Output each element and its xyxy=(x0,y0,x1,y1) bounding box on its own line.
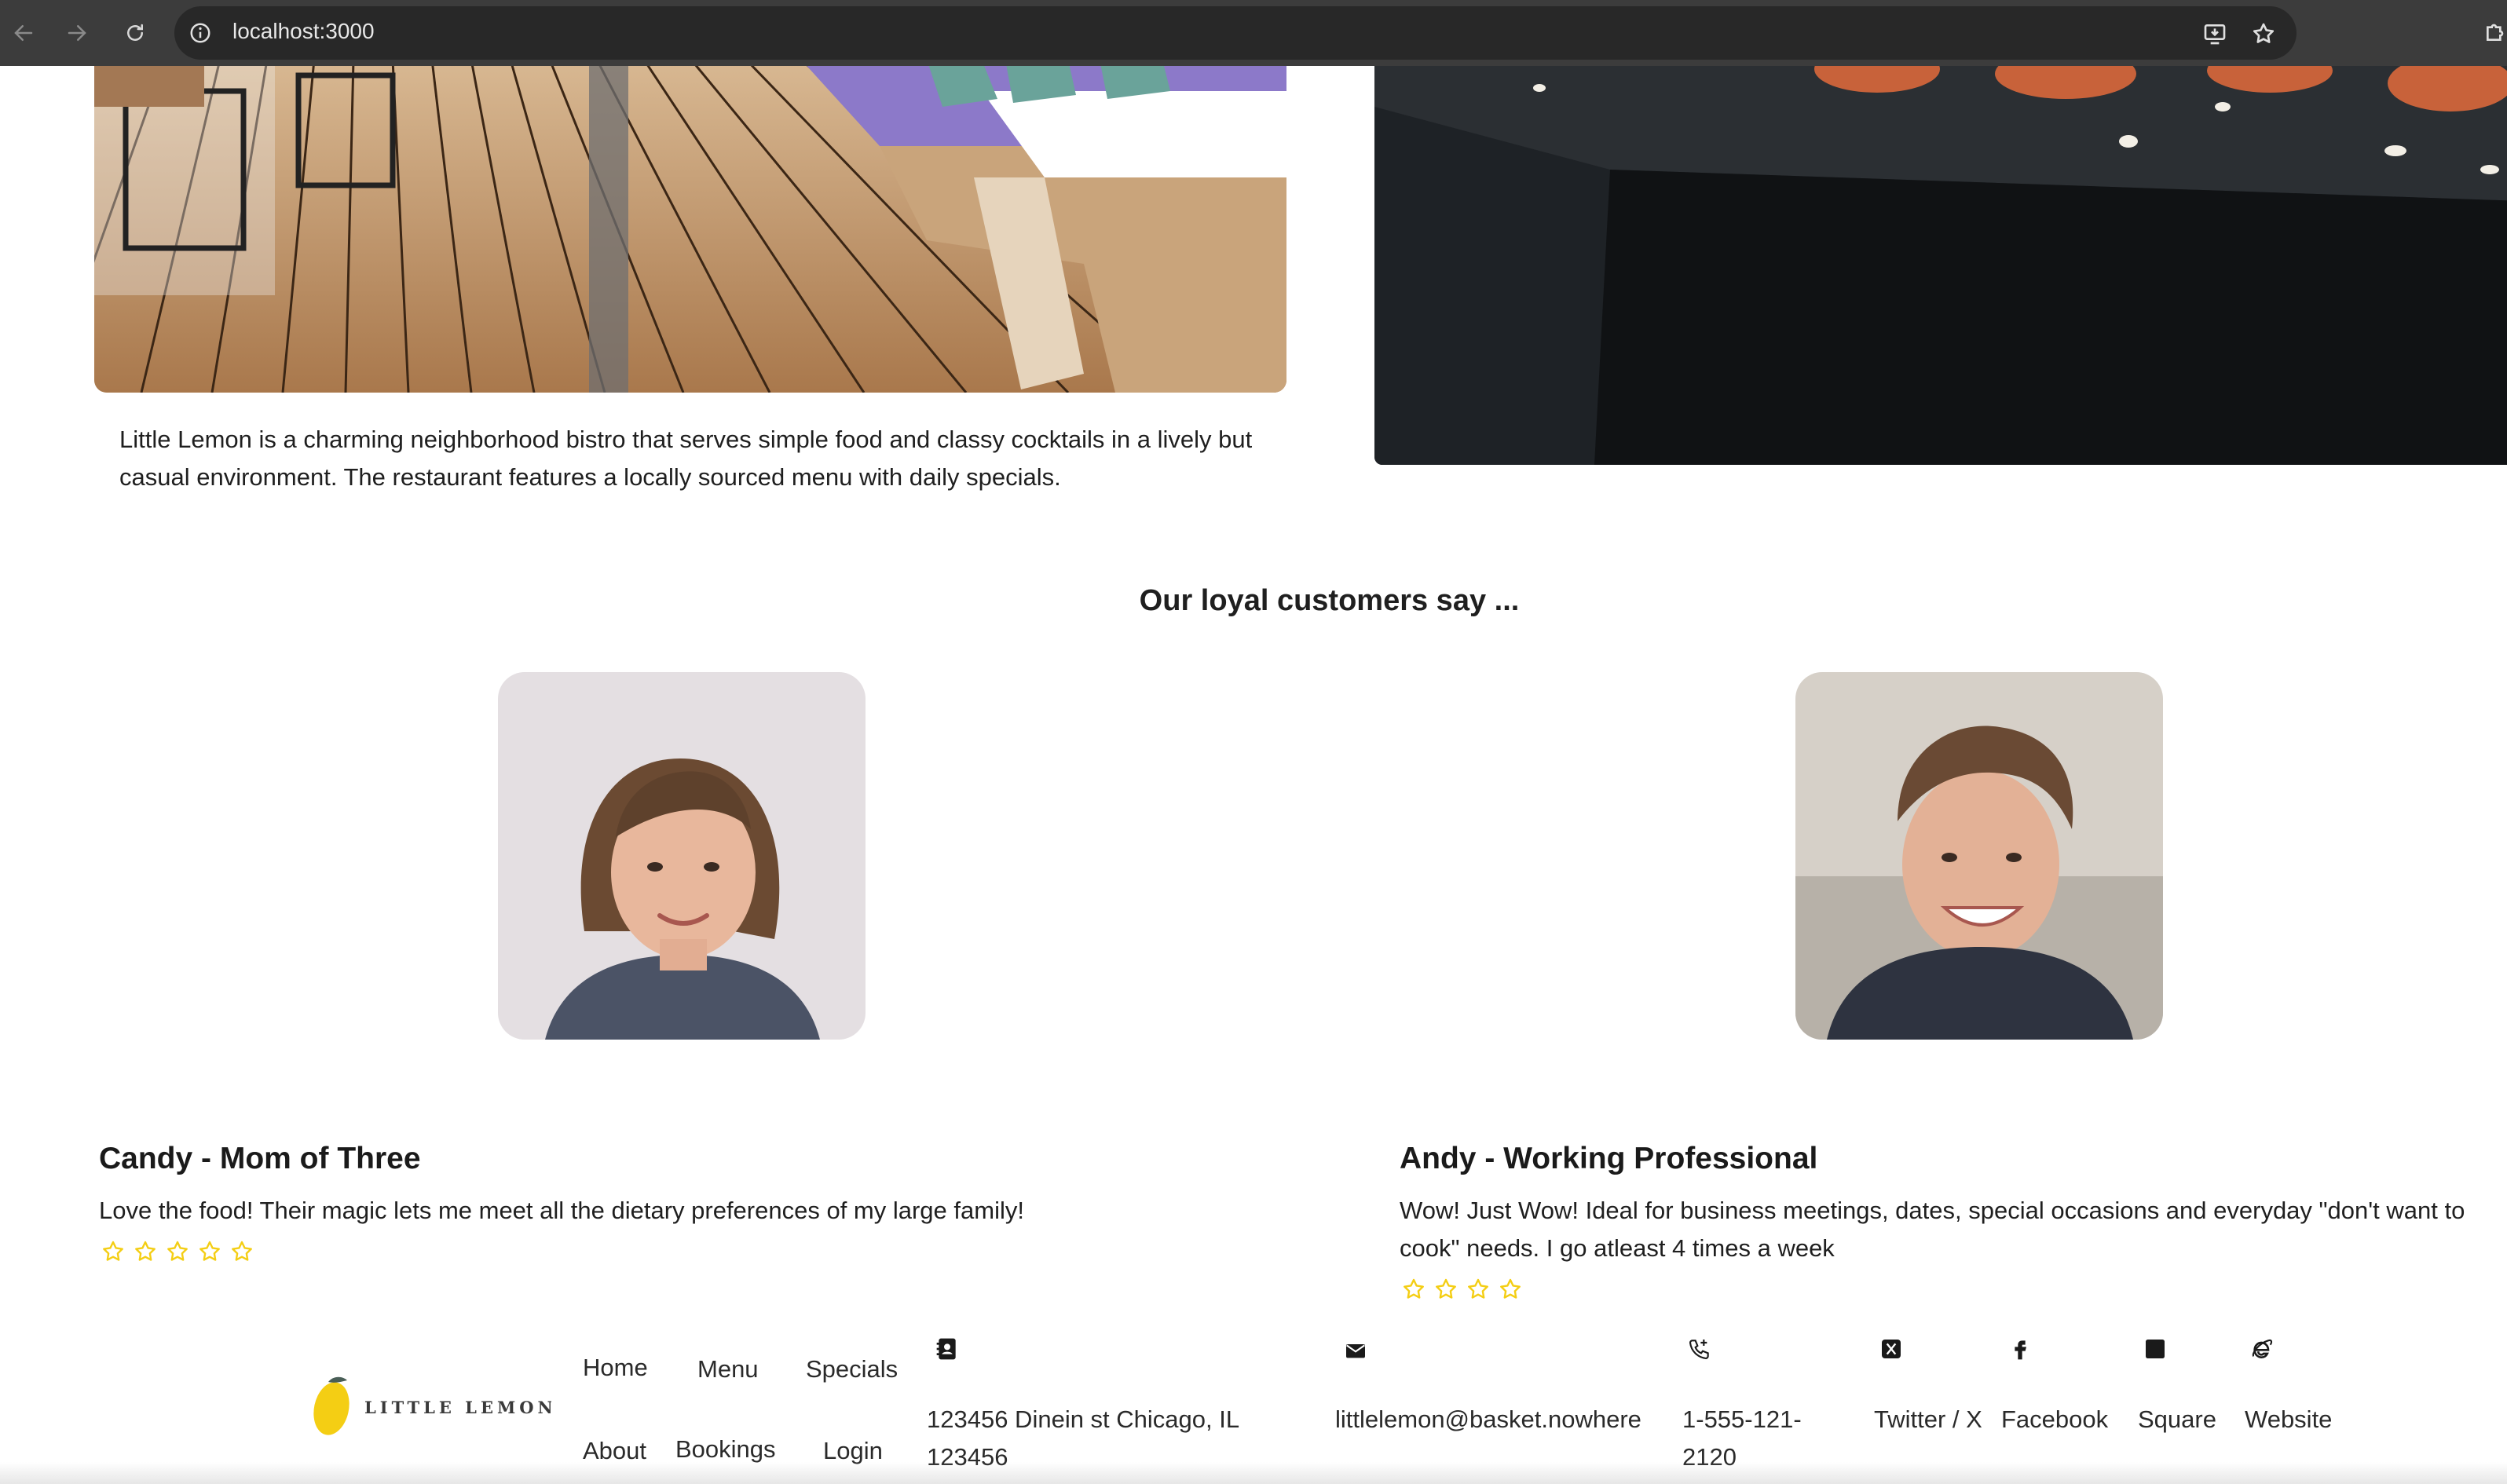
phone-icon xyxy=(1689,1340,1709,1360)
food-platter-image xyxy=(1374,66,2507,465)
logo-text: LITTLE LEMON xyxy=(364,1398,551,1417)
star-icon xyxy=(1404,1278,1424,1299)
testimonial-text: Wow! Just Wow! Ideal for business meetin… xyxy=(1400,1197,2465,1262)
testimonial-name: Andy - Working Professional xyxy=(1400,1142,1818,1175)
footer-email[interactable]: littlelemon@basket.nowhere xyxy=(1335,1401,1641,1438)
footer-bottom-shadow xyxy=(0,1462,2507,1484)
footer-social-facebook[interactable]: Facebook xyxy=(2001,1401,2108,1438)
footer-nav-about[interactable]: About xyxy=(583,1437,646,1465)
customer-photo-candy xyxy=(498,672,866,1040)
reload-icon[interactable] xyxy=(116,14,154,52)
browser-toolbar: localhost:3000 xyxy=(0,0,2507,66)
facebook-icon[interactable] xyxy=(2007,1336,2033,1362)
star-icon xyxy=(199,1241,220,1261)
little-lemon-logo[interactable]: LITTLE LEMON xyxy=(308,1373,553,1438)
internet-explorer-icon[interactable] xyxy=(2249,1336,2275,1362)
star-icon xyxy=(1468,1278,1488,1299)
star-icon xyxy=(1500,1278,1521,1299)
footer-social-twitter[interactable]: Twitter / X xyxy=(1874,1401,1984,1438)
restaurant-patio-image xyxy=(94,66,1286,393)
rating-stars xyxy=(101,1239,254,1264)
footer-social-square[interactable]: Square xyxy=(2138,1401,2216,1438)
x-twitter-icon[interactable] xyxy=(1879,1336,1904,1362)
site-info-icon[interactable] xyxy=(188,21,212,45)
envelope-icon xyxy=(1346,1344,1365,1358)
url-text[interactable]: localhost:3000 xyxy=(232,19,375,44)
testimonial-name: Candy - Mom of Three xyxy=(99,1142,421,1175)
footer-nav-home[interactable]: Home xyxy=(583,1354,648,1382)
bookmark-star-icon[interactable] xyxy=(2251,21,2276,46)
forward-arrow-icon[interactable] xyxy=(58,14,96,52)
address-book-icon xyxy=(936,1338,956,1360)
extensions-icon[interactable] xyxy=(2483,17,2507,46)
star-icon xyxy=(167,1241,188,1261)
footer-nav-menu[interactable]: Menu xyxy=(697,1355,759,1383)
footer-nav-bookings[interactable]: Bookings xyxy=(675,1435,776,1464)
back-arrow-icon[interactable] xyxy=(5,14,42,52)
footer-social-website[interactable]: Website xyxy=(2245,1401,2332,1438)
testimonials-heading: Our loyal customers say ... xyxy=(1139,584,1520,617)
install-app-icon[interactable] xyxy=(2202,21,2227,46)
star-icon xyxy=(103,1241,123,1261)
star-icon xyxy=(232,1241,252,1261)
footer-nav-login[interactable]: Login xyxy=(823,1437,883,1465)
testimonial-text: Love the food! Their magic lets me meet … xyxy=(99,1197,1024,1224)
star-icon xyxy=(135,1241,156,1261)
about-description: Little Lemon is a charming neighborhood … xyxy=(119,426,1253,491)
square-icon[interactable] xyxy=(2143,1336,2168,1362)
customer-photo-andy xyxy=(1795,672,2163,1040)
rating-stars xyxy=(1401,1277,1523,1302)
page-viewport: Little Lemon is a charming neighborhood … xyxy=(0,66,2507,1484)
star-icon xyxy=(1436,1278,1456,1299)
address-bar[interactable]: localhost:3000 xyxy=(174,6,2297,60)
footer-nav-specials[interactable]: Specials xyxy=(806,1355,898,1383)
